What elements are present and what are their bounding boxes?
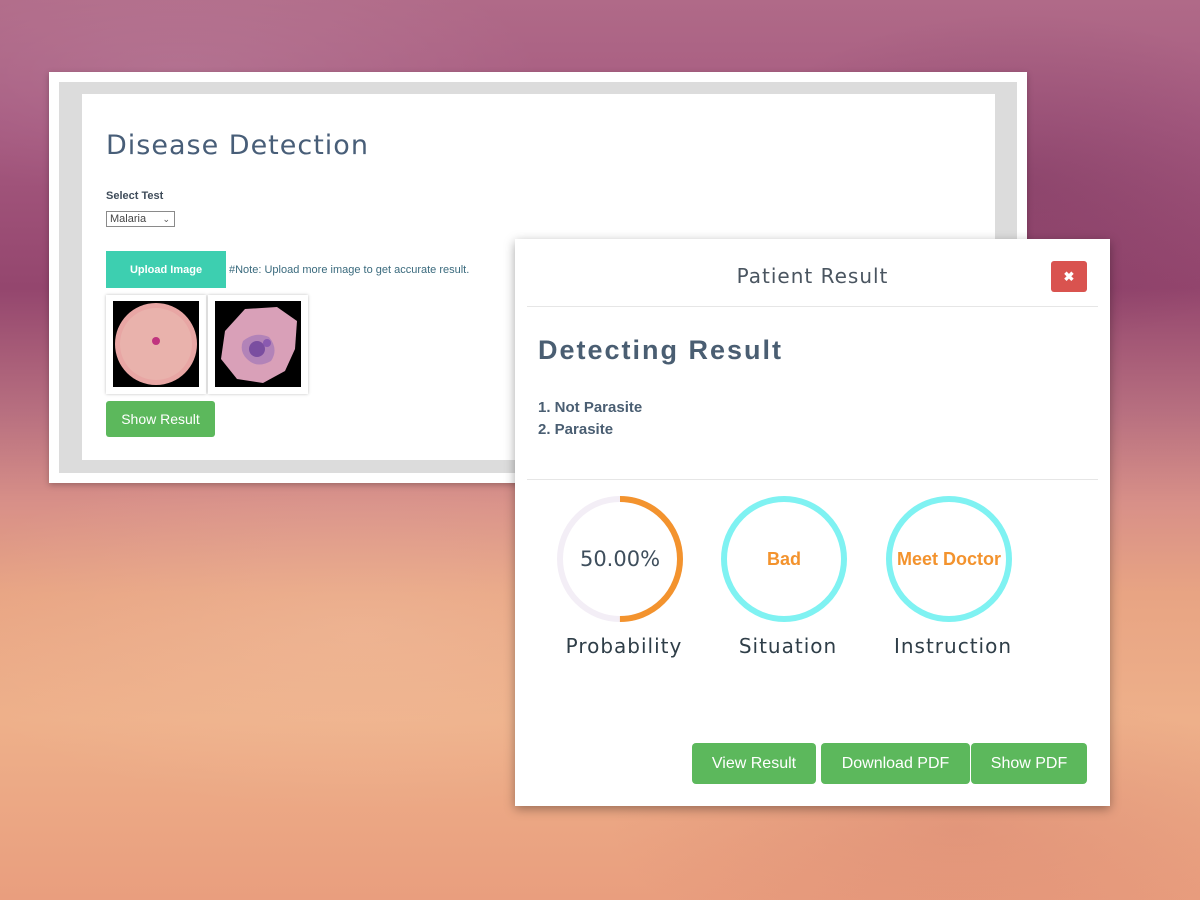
result-list: 1. Not Parasite 2. Parasite [538, 397, 642, 441]
detecting-result-heading: Detecting Result [538, 335, 784, 365]
result-item: 1. Not Parasite [538, 399, 643, 416]
uploaded-image-thumbnail[interactable] [208, 295, 308, 394]
parasitized-cell-image [215, 301, 301, 387]
test-select-value: Malaria [110, 213, 147, 225]
situation-value: Bad [766, 548, 801, 569]
download-pdf-button[interactable]: Download PDF [821, 743, 970, 784]
instruction-metric: Meet Doctor Instruction [873, 493, 1023, 663]
result-item: 2. Parasite [538, 421, 614, 438]
modal-title: Patient Result [736, 264, 889, 288]
test-select[interactable]: Malaria ⌄ [106, 211, 175, 227]
show-pdf-button[interactable]: Show PDF [971, 743, 1087, 784]
show-result-button[interactable]: Show Result [106, 401, 215, 437]
instruction-label: Instruction [893, 634, 1013, 658]
probability-value: 50.00% [579, 547, 661, 571]
page-title: Disease Detection [106, 130, 369, 161]
times-icon: ✖ [1063, 268, 1075, 284]
chevron-down-icon: ⌄ [162, 214, 170, 224]
probability-metric: 50.00% Probability [544, 493, 694, 663]
select-test-label: Select Test [106, 190, 164, 202]
situation-metric: Bad Situation [708, 493, 858, 663]
modal-header: Patient Result ✖ [527, 239, 1098, 307]
patient-result-modal: Patient Result ✖ Detecting Result 1. Not… [515, 239, 1110, 806]
uninfected-cell-image [113, 301, 199, 387]
upload-note: #Note: Upload more image to get accurate… [229, 264, 470, 276]
upload-image-button[interactable]: Upload Image [106, 251, 226, 288]
uploaded-image-thumbnail[interactable] [106, 295, 206, 394]
instruction-value: Meet Doctor [896, 548, 1001, 569]
divider [527, 479, 1098, 480]
view-result-button[interactable]: View Result [692, 743, 816, 784]
situation-label: Situation [738, 634, 838, 658]
close-button[interactable]: ✖ [1051, 261, 1087, 292]
probability-label: Probability [565, 634, 683, 658]
